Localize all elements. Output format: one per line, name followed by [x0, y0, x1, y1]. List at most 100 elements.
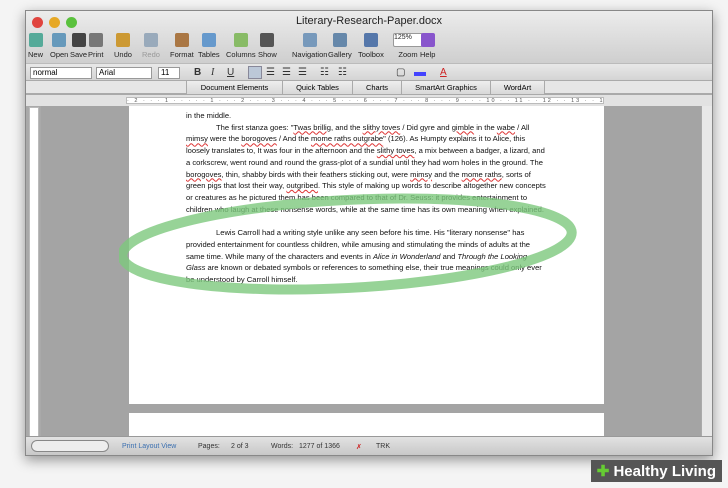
- misspelled-word: wabe: [496, 122, 516, 132]
- text-run: / Did gyre and: [400, 122, 452, 132]
- save-icon: [71, 33, 86, 47]
- underline-button[interactable]: U: [227, 67, 234, 78]
- tables-icon: [201, 33, 216, 47]
- toolbar-new-button[interactable]: New: [28, 33, 43, 59]
- text-run: / All: [515, 122, 530, 132]
- misspelled-word: borogoves: [186, 169, 222, 179]
- toolbar-print-button[interactable]: Print: [88, 33, 103, 59]
- pages-value: 2 of 3: [231, 443, 249, 450]
- text-run: / And the: [276, 134, 311, 144]
- align-left-button[interactable]: [248, 66, 262, 79]
- format-icon: [174, 33, 189, 47]
- undo-icon: [115, 33, 130, 47]
- bullets-button[interactable]: ☷: [320, 67, 329, 78]
- misspelled-word: mome raths outgrabe: [310, 134, 384, 144]
- show-icon: [260, 33, 275, 47]
- tab-document-elements[interactable]: Document Elements: [186, 81, 283, 94]
- tab-quick-tables[interactable]: Quick Tables: [282, 81, 353, 94]
- toolbar-navigation-button[interactable]: Navigation: [292, 33, 327, 59]
- font-size-select[interactable]: 11: [158, 67, 180, 79]
- page-2[interactable]: [129, 413, 604, 437]
- text-run: in the: [474, 122, 497, 132]
- misspelled-word: slithy toves: [362, 122, 401, 132]
- toolbox-icon: [363, 33, 378, 47]
- text-run: , thin, shabby birds with their feathers…: [221, 169, 411, 179]
- new-icon: [28, 33, 43, 47]
- print-icon: [88, 33, 103, 47]
- spelling-icon[interactable]: ✗: [356, 443, 362, 451]
- align-right-button[interactable]: ☰: [282, 67, 291, 78]
- gallery-icon: [332, 33, 347, 47]
- misspelled-word: mimsy: [186, 134, 208, 144]
- pages-label: Pages:: [198, 443, 220, 450]
- numbering-button[interactable]: ☷: [338, 67, 347, 78]
- toolbar-gallery-button[interactable]: Gallery: [328, 33, 352, 59]
- words-value: 1277 of 1366: [299, 443, 340, 450]
- text-run: were the: [207, 134, 242, 144]
- toolbar-columns-button[interactable]: Columns: [226, 33, 256, 59]
- justify-button[interactable]: ☰: [298, 67, 307, 78]
- toolbar-label: Navigation: [292, 50, 328, 59]
- misspelled-word: mome raths: [461, 169, 502, 179]
- formatting-toolbar: normal Arial 11 B I U ☰ ☰ ☰ ☷ ☷ ▢ A: [26, 63, 712, 81]
- navigation-icon: [302, 33, 317, 47]
- toolbar-label: Help: [420, 50, 436, 59]
- font-select[interactable]: Arial: [96, 67, 152, 79]
- text-run: , and the: [330, 122, 363, 132]
- borders-button[interactable]: ▢: [396, 67, 405, 78]
- open-icon: [52, 33, 67, 47]
- horizontal-ruler[interactable]: · 2 · · · 1 · · · · · 1 · · · 2 · · · 3 …: [26, 95, 712, 106]
- vertical-scrollbar[interactable]: [701, 106, 712, 437]
- bold-button[interactable]: B: [194, 67, 201, 78]
- style-select[interactable]: normal: [30, 67, 92, 79]
- view-label: Print Layout View: [122, 443, 177, 450]
- align-center-button[interactable]: ☰: [266, 67, 275, 78]
- misspelled-word: Twas brillig: [293, 122, 331, 132]
- tab-smartart-graphics[interactable]: SmartArt Graphics: [401, 81, 491, 94]
- toolbar-label: New: [28, 50, 44, 59]
- toolbar-toolbox-button[interactable]: Toolbox: [358, 33, 384, 59]
- font-color-button[interactable]: A: [440, 67, 447, 78]
- ruler-marks: · 2 · · · 1 · · · · · 1 · · · 2 · · · 3 …: [126, 97, 604, 104]
- toolbar-show-button[interactable]: Show: [258, 33, 277, 59]
- toolbar-format-button[interactable]: Format: [170, 33, 194, 59]
- word-window: Literary-Research-Paper.docx New Open Save…: [25, 10, 713, 456]
- toolbar-label: Print: [88, 50, 104, 59]
- status-bar: Print Layout View Pages: 2 of 3 Words: 1…: [26, 436, 712, 455]
- misspelled-word: gimble: [451, 122, 475, 132]
- vertical-ruler: [29, 107, 39, 437]
- toolbar-label: Undo: [114, 50, 132, 59]
- paragraph: in the middle.: [186, 111, 232, 120]
- misspelled-word: mimsy: [410, 169, 433, 179]
- tab-wordart[interactable]: WordArt: [490, 81, 545, 94]
- toolbar-label: Save: [70, 50, 88, 59]
- toolbar-tables-button[interactable]: Tables: [198, 33, 220, 59]
- highlight-button[interactable]: [414, 72, 426, 76]
- misspelled-word: slithy toves: [376, 146, 415, 156]
- toolbar-label: Columns: [226, 50, 256, 59]
- toolbar-label: Gallery: [328, 50, 352, 59]
- help-icon: [420, 33, 435, 47]
- toolbar-undo-button[interactable]: Undo: [114, 33, 132, 59]
- track-changes[interactable]: TRK: [376, 443, 390, 450]
- toolbar-label: Show: [258, 50, 277, 59]
- toolbar-zoom-button[interactable]: 125% Zoom: [393, 33, 423, 59]
- view-buttons[interactable]: [31, 440, 109, 452]
- page[interactable]: in the middle. The first stanza goes: "T…: [119, 106, 604, 404]
- redo-icon: [143, 33, 158, 47]
- toolbar-redo-button[interactable]: Redo: [142, 33, 160, 59]
- toolbar-label: Format: [170, 50, 194, 59]
- text-run: and the: [432, 169, 462, 179]
- columns-icon: [233, 33, 248, 47]
- toolbar-help-button[interactable]: Help: [420, 33, 435, 59]
- italic-button[interactable]: I: [211, 67, 214, 78]
- toolbar-label: Open: [50, 50, 69, 59]
- toolbar-label: Zoom: [398, 50, 418, 59]
- highlight-ellipse: [119, 193, 577, 295]
- window-title: Literary-Research-Paper.docx: [295, 15, 443, 27]
- toolbar-save-button[interactable]: Save: [70, 33, 87, 59]
- document-area: in the middle. The first stanza goes: "T…: [41, 106, 702, 437]
- tab-charts[interactable]: Charts: [352, 81, 402, 94]
- toolbar-open-button[interactable]: Open: [50, 33, 68, 59]
- misspelled-word: borogoves: [241, 134, 277, 144]
